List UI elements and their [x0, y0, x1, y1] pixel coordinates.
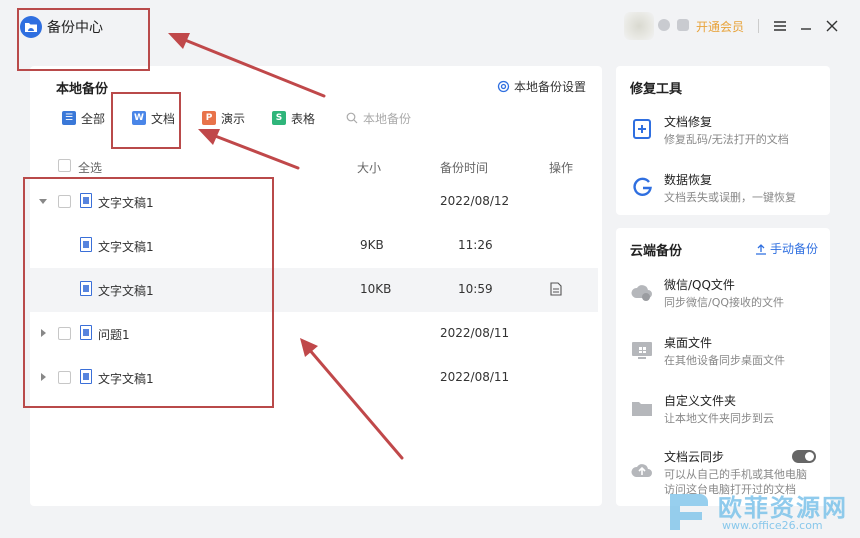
watermark-text: 欧菲资源网: [718, 494, 848, 522]
watermark: 欧菲资源网 www.office26.com: [652, 482, 860, 538]
watermark-logo-icon: [670, 494, 708, 530]
annotation-arrows: [168, 33, 404, 460]
watermark-url: www.office26.com: [722, 519, 823, 532]
